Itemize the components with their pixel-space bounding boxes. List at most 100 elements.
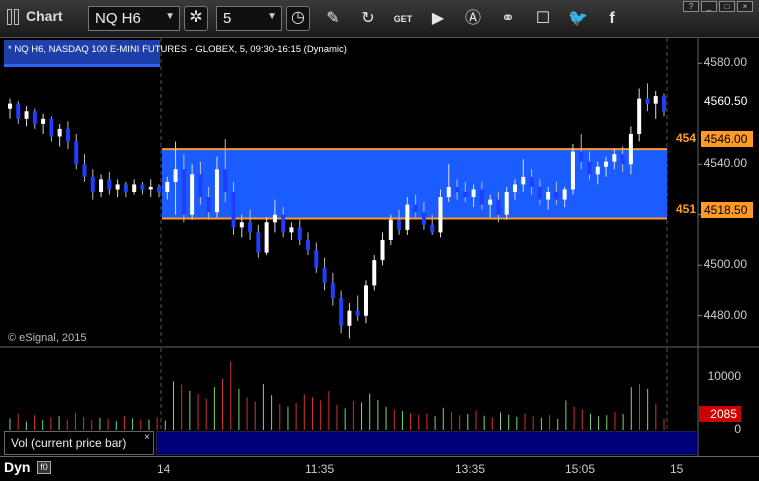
candle-body [529, 176, 534, 187]
candle-body [248, 222, 253, 233]
candle-body [455, 186, 460, 192]
volume-study-close-icon[interactable]: × [144, 432, 150, 443]
candle-body [49, 118, 54, 137]
chart-title-area: Chart [6, 8, 63, 25]
candle-body [132, 184, 137, 192]
play-icon[interactable]: ▶ [427, 8, 449, 30]
candle-body [157, 186, 162, 192]
volume-current-tag: 2085 [699, 406, 741, 422]
close-button[interactable]: × [737, 1, 753, 12]
candle-body [496, 199, 501, 215]
candle-body [165, 181, 170, 192]
candle-body [413, 204, 418, 213]
pencil-icon[interactable]: ✎ [322, 8, 344, 30]
candle-body [322, 267, 327, 283]
candle-body [289, 227, 294, 233]
window-title: Chart [26, 8, 63, 24]
candle-body [637, 98, 642, 134]
candle-body [554, 192, 559, 200]
candle-body [148, 186, 153, 190]
candle-body [8, 103, 12, 109]
alert-icon[interactable]: Ⓐ [462, 8, 484, 30]
candle-body [562, 189, 567, 200]
symbol-value: NQ H6 [95, 10, 141, 27]
candle-body [140, 184, 145, 190]
candle-body [82, 164, 87, 177]
candle-body [463, 192, 468, 198]
candle-body [446, 186, 451, 198]
link-icon[interactable]: ⚭ [497, 8, 519, 30]
candle-body [595, 166, 600, 175]
volume-tick-label: 0 [734, 422, 741, 436]
time-tick-label: 11:35 [305, 462, 335, 476]
price-chart[interactable] [0, 38, 759, 348]
candle-body [579, 151, 584, 162]
symbol-input[interactable]: NQ H6 ▼ [88, 6, 180, 31]
time-tick-label: 14 [157, 462, 171, 476]
candle-body [107, 179, 112, 190]
clock-icon[interactable]: ◷ [286, 6, 310, 31]
candle-body [504, 192, 509, 215]
candle-body [339, 298, 344, 326]
candle-body [214, 169, 219, 213]
mode-icon[interactable]: f0 [37, 461, 51, 474]
candle-body [181, 169, 186, 215]
candle-body [479, 189, 484, 205]
candle-body [99, 179, 104, 192]
candle-body [330, 282, 335, 299]
candle-body [314, 250, 319, 268]
candle-body [74, 141, 79, 165]
minimize-button[interactable]: _ [701, 1, 717, 12]
lower-level-label: 451 [676, 202, 697, 216]
volume-study-label[interactable]: Vol (current price bar) [4, 431, 154, 455]
candle-body [16, 103, 21, 119]
price-tick-label: 4580.00 [703, 55, 747, 70]
comment-icon[interactable]: ☐ [532, 8, 554, 30]
current-price-tag: 4560.50 [700, 93, 756, 110]
twitter-icon[interactable]: 🐦 [567, 8, 589, 30]
settings-icon[interactable]: ✲ [184, 6, 208, 31]
facebook-icon[interactable]: f [601, 8, 623, 30]
price-tick-label: 4480.00 [703, 307, 747, 322]
volume-tick-label: 10000 [707, 369, 741, 384]
get-icon[interactable]: GET [392, 8, 414, 30]
facebook-label: f [609, 10, 615, 27]
dynamic-mode-label[interactable]: Dyn [4, 459, 30, 475]
volume-study-bar [156, 431, 698, 455]
maximize-button[interactable]: □ [719, 1, 735, 12]
candle-body [620, 154, 625, 165]
copyright-text: © eSignal, 2015 [8, 332, 87, 344]
candle-body [32, 111, 37, 124]
time-axis[interactable]: 14 11:35 13:35 15:05 15 [0, 456, 759, 481]
candle-body [372, 260, 377, 286]
interval-dropdown-icon[interactable]: ▼ [267, 11, 277, 22]
candle-body [24, 111, 29, 119]
candle-body [347, 310, 352, 326]
upper-level-tag: 4546.00 [701, 131, 753, 147]
candle-body [256, 232, 261, 253]
time-tick-label: 15:05 [565, 462, 596, 476]
candle-body [397, 219, 402, 230]
help-button[interactable]: ? [683, 1, 699, 12]
candle-body [115, 184, 120, 190]
symbol-dropdown-icon[interactable]: ▼ [165, 11, 175, 22]
lower-level-tag: 4518.50 [701, 202, 753, 218]
candle-body [306, 239, 311, 251]
interval-input[interactable]: 5 ▼ [216, 6, 282, 31]
chart-header: * NQ H6, NASDAQ 100 E-MINI FUTURES - GLO… [4, 40, 347, 67]
chart-bars-icon [6, 9, 20, 25]
candle-body [65, 128, 70, 142]
candle-body [355, 310, 360, 316]
toolbar: Chart NQ H6 ▼ ✲ 5 ▼ ◷ ✎ ↻ GET ▶ Ⓐ ⚭ ☐ 🐦 … [0, 0, 759, 38]
candle-body [604, 161, 609, 167]
upper-level-label: 454 [676, 131, 697, 145]
candle-body [628, 133, 633, 165]
price-tick-label: 4500.00 [703, 257, 747, 272]
candle-body [239, 222, 244, 228]
candle-body [438, 197, 443, 233]
candle-body [281, 214, 286, 233]
candle-body [264, 222, 269, 253]
refresh-icon[interactable]: ↻ [357, 8, 379, 30]
candle-body [612, 154, 617, 162]
candle-body [537, 186, 542, 200]
